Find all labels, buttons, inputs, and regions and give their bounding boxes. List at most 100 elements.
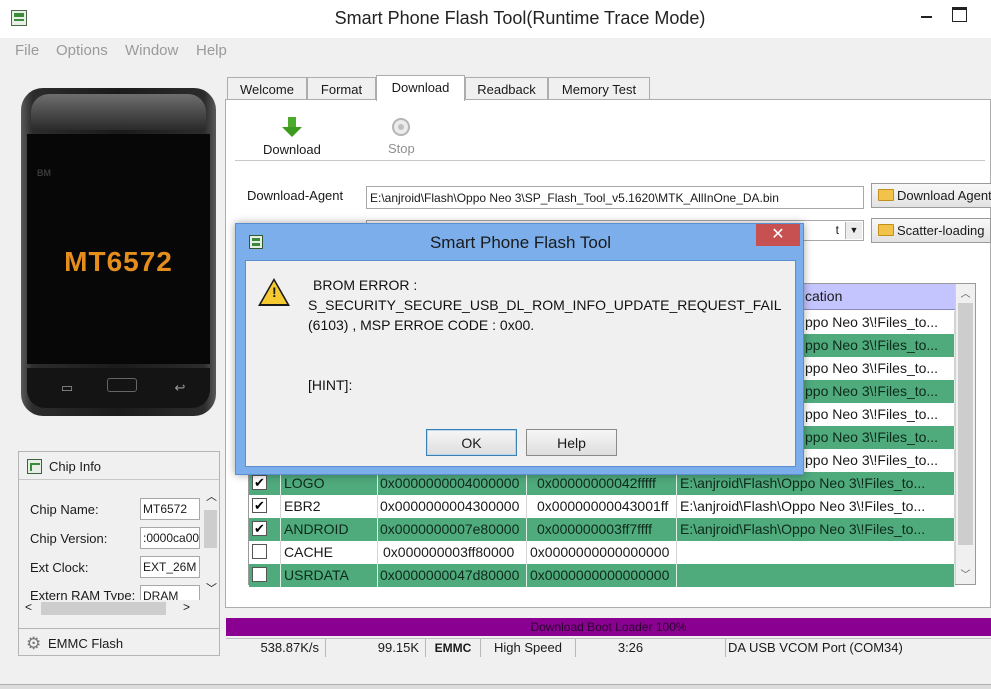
table-row[interactable]: ✔ LOGO 0x0000000004000000 0x00000000042f… [249,472,955,495]
phone-chip-label: MT6572 [64,246,173,277]
help-button[interactable]: Help [526,429,617,456]
row-checkbox[interactable] [252,567,267,582]
location-cell: ppo Neo 3\!Files_to... [803,449,955,472]
storage-type: EMMC [426,639,481,657]
transfer-size: 99.15K [326,639,426,657]
chip-info-hscroll[interactable]: < > [19,600,219,617]
end-address-cell: 0x0000000000000000 [527,541,677,564]
menu-file[interactable]: File [15,42,39,59]
row-checkbox[interactable]: ✔ [252,498,267,513]
location-cell: ppo Neo 3\!Files_to... [803,380,955,403]
checkbox-cell[interactable]: ✔ [249,472,281,495]
end-address-cell: 0x00000000043001ff [527,495,677,518]
download-arrow-icon[interactable] [282,117,302,139]
menu-help[interactable]: Help [196,42,227,59]
scroll-left-icon[interactable]: < [25,600,32,614]
warning-mark: ! [272,284,277,300]
tab-download[interactable]: Download [376,75,465,101]
download-agent-path[interactable]: E:\anjroid\Flash\Oppo Neo 3\SP_Flash_Too… [366,186,864,209]
checkbox-cell[interactable] [249,541,281,564]
location-cell: E:\anjroid\Flash\Oppo Neo 3\!Files_to... [677,472,955,495]
menu-options[interactable]: Options [56,42,108,59]
back-key-icon: ↩ [174,380,186,395]
table-row[interactable]: ✔ EBR2 0x0000000004300000 0x000000000430… [249,495,955,518]
scatter-loading-button[interactable]: Scatter-loading [871,218,991,243]
scroll-thumb[interactable] [958,303,973,545]
error-line-3: (6103) , MSP ERROE CODE : 0x00. [308,317,535,333]
location-cell: ppo Neo 3\!Files_to... [803,403,955,426]
emmc-flash-label: EMMC Flash [48,636,124,651]
stop-icon[interactable] [392,118,410,136]
end-address-cell: 0x000000003ff7ffff [527,518,677,541]
window-title: Smart Phone Flash Tool(Runtime Trace Mod… [334,8,706,28]
phone-bottom-bezel: ▭ ↩ [27,368,210,408]
chevron-down-icon[interactable]: ▼ [845,222,862,239]
scatter-loading-label: Scatter-loading [897,223,985,238]
location-cell: ppo Neo 3\!Files_to... [803,311,955,334]
location-cell: E:\anjroid\Flash\Oppo Neo 3\!Files_to... [677,518,955,541]
row-checkbox[interactable]: ✔ [252,475,267,490]
title-bar: Smart Phone Flash Tool(Runtime Trace Mod… [0,0,991,38]
begin-address-cell: 0x0000000004300000 [378,495,527,518]
scroll-thumb[interactable] [204,510,217,548]
scroll-down-icon[interactable]: ﹀ [206,580,217,596]
phone-image: BM MT6572 ▭ ↩ [21,88,216,416]
usb-speed: High Speed [481,639,576,657]
name-cell: USRDATA [281,564,378,587]
name-cell: ANDROID [281,518,378,541]
chip-name-label: Chip Name: [30,502,99,517]
chip-version-label: Chip Version: [30,531,108,546]
name-cell: EBR2 [281,495,378,518]
scroll-down-icon[interactable]: ﹀ [956,566,975,583]
tab-memory-test[interactable]: Memory Test [548,77,650,100]
phone-brand: BM [37,168,51,178]
status-bar: 538.87K/s 99.15K EMMC High Speed 3:26 DA… [226,638,991,657]
maximize-button[interactable] [950,5,968,23]
scroll-thumb[interactable] [41,602,166,615]
location-column-header[interactable]: cation [803,284,955,310]
download-button-label[interactable]: Download [263,142,321,157]
checkbox-cell[interactable]: ✔ [249,518,281,541]
table-row[interactable]: USRDATA 0x0000000047d80000 0x00000000000… [249,564,955,587]
tab-welcome[interactable]: Welcome [227,77,307,100]
chip-icon [27,459,42,474]
row-checkbox[interactable] [252,544,267,559]
dialog-body: ! BROM ERROR : S_SECURITY_SECURE_USB_DL_… [245,260,796,467]
scroll-right-icon[interactable]: > [183,600,190,614]
ext-clock-label: Ext Clock: [30,560,89,575]
progress-text: Download Boot Loader 100% [530,620,687,634]
emmc-flash-row[interactable]: ⚙ EMMC Flash [19,628,219,656]
extern-ram-value: DRAM [140,585,200,600]
chip-info-clip: Extern RAM Type: DRAM [19,582,202,600]
location-cell: ppo Neo 3\!Files_to... [803,334,955,357]
begin-address-cell: 0x0000000007e80000 [378,518,527,541]
checkbox-cell[interactable] [249,564,281,587]
checkbox-cell[interactable]: ✔ [249,495,281,518]
chip-info-header: Chip Info [19,452,219,480]
menu-window[interactable]: Window [125,42,178,59]
scroll-up-icon[interactable]: ︿ [956,285,975,302]
minimize-button[interactable] [918,7,936,25]
tab-readback[interactable]: Readback [465,77,548,100]
home-key-icon [107,378,137,392]
chip-info-title: Chip Info [49,459,102,474]
table-row[interactable]: CACHE 0x000000003ff80000 0x0000000000000… [249,541,955,564]
ok-button[interactable]: OK [426,429,517,456]
toolbar-divider [235,160,985,161]
location-cell: E:\anjroid\Flash\Oppo Neo 3\!Files_to... [677,495,955,518]
tab-format[interactable]: Format [307,77,376,100]
usb-port: DA USB VCOM Port (COM34) [728,640,903,655]
table-vscroll[interactable]: ︿ ﹀ [955,284,975,584]
row-checkbox[interactable]: ✔ [252,521,267,536]
scroll-up-icon[interactable]: ︿ [206,488,217,504]
close-icon[interactable]: ✕ [756,224,800,246]
chip-name-value: MT6572 [140,498,200,520]
chip-info-vscroll[interactable]: ︿ ﹀ [202,488,219,600]
table-row[interactable]: ✔ ANDROID 0x0000000007e80000 0x000000003… [249,518,955,541]
name-cell: CACHE [281,541,378,564]
folder-icon [878,224,894,236]
hint-text: [HINT]: [308,377,353,393]
error-line-1: BROM ERROR : [313,277,418,293]
stop-button-label[interactable]: Stop [388,141,415,156]
download-agent-button[interactable]: Download Agent [871,183,991,208]
